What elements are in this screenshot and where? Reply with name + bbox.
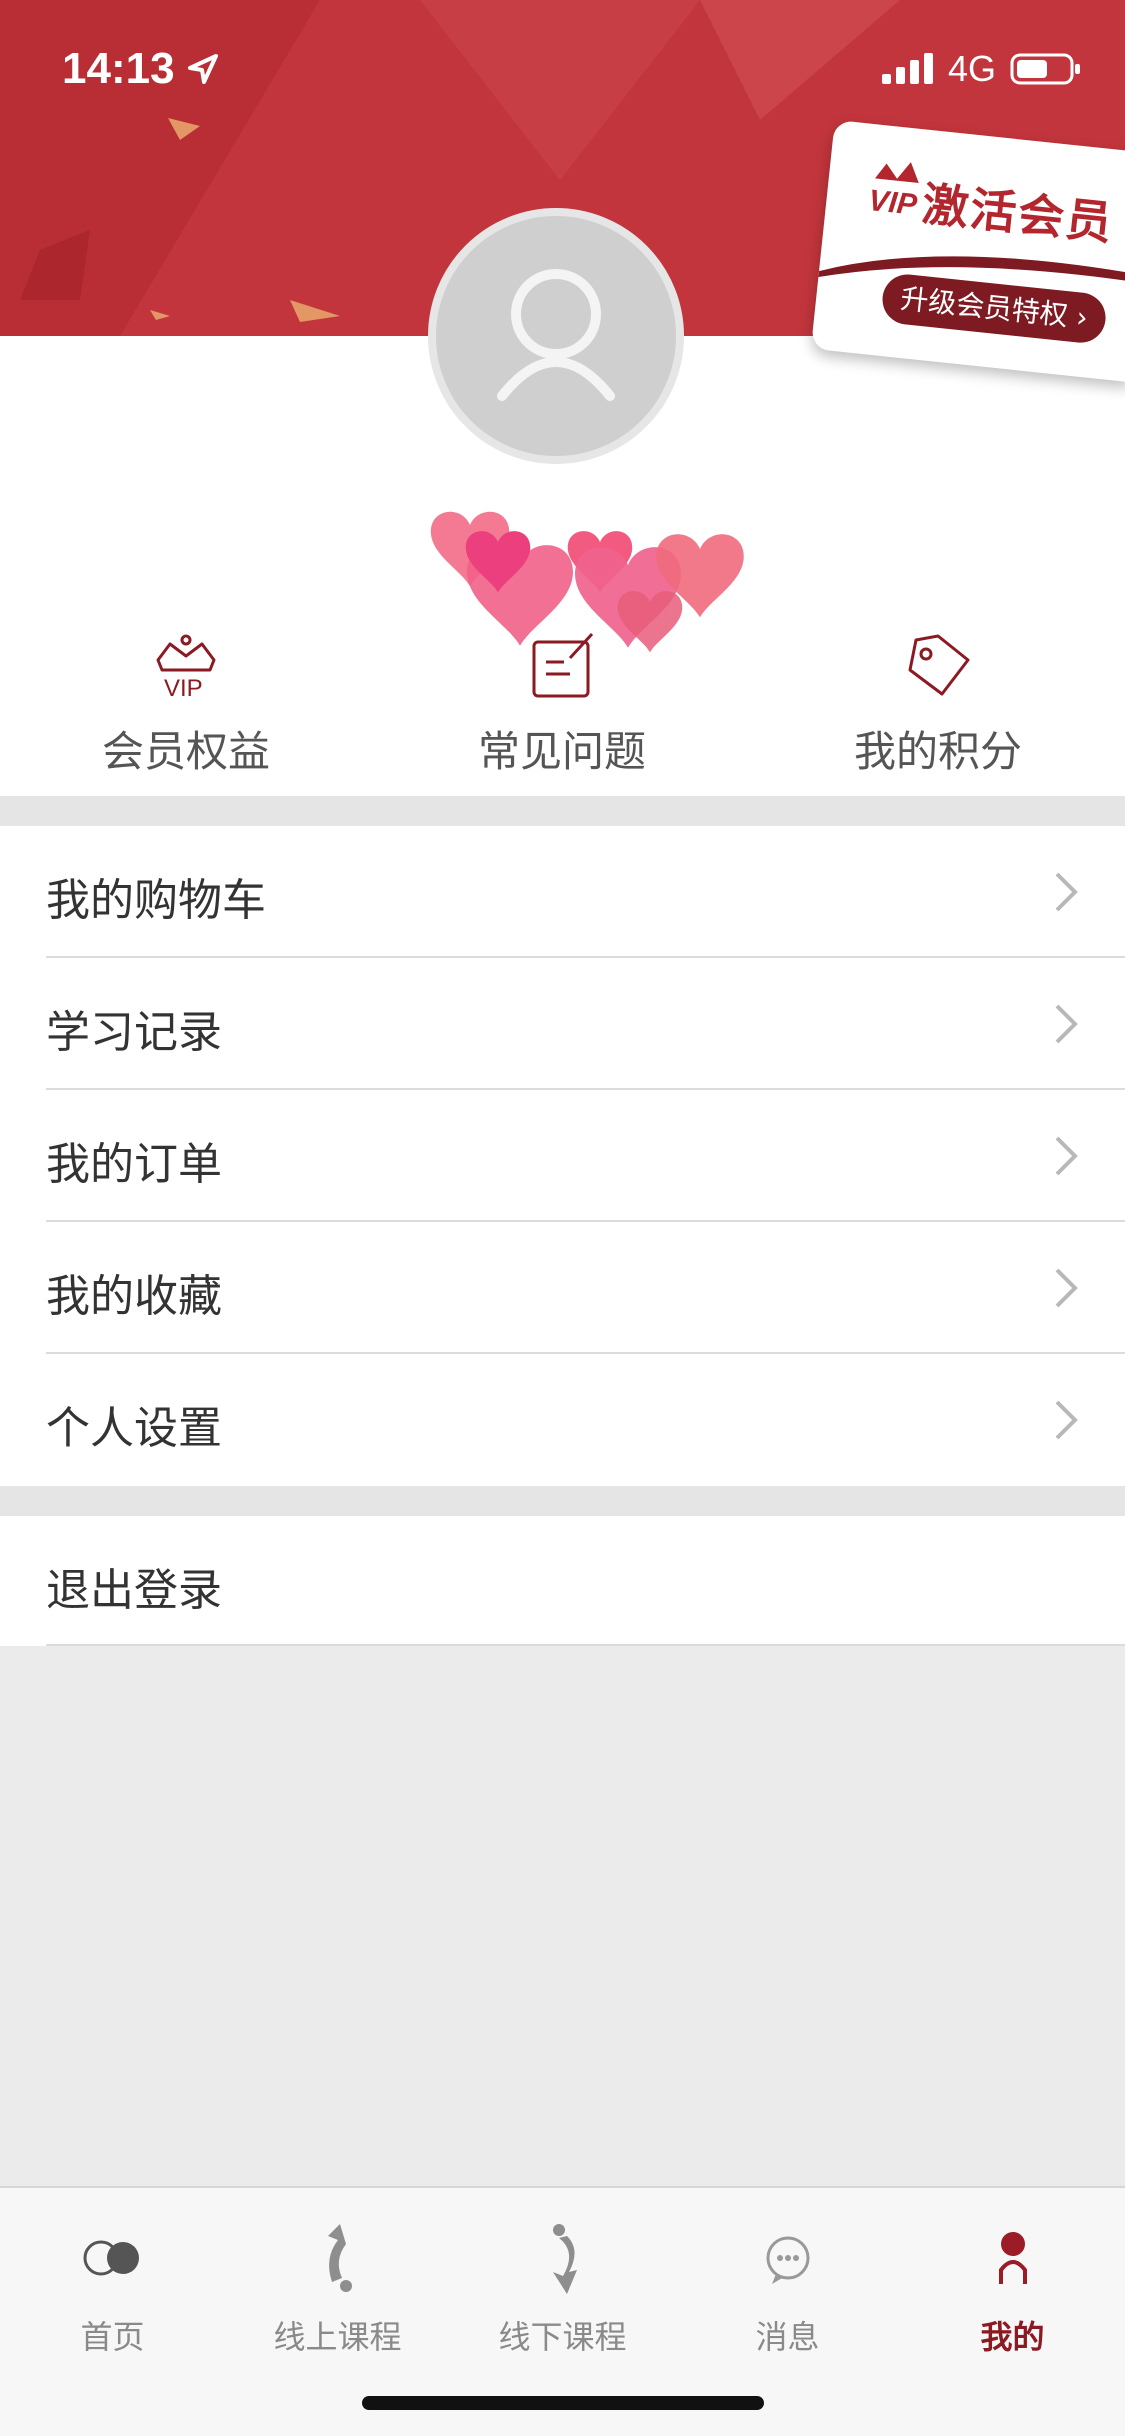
online-course-icon	[327, 2224, 352, 2292]
status-time: 14:13	[62, 44, 175, 93]
menu-item-orders[interactable]: 我的订单	[0, 1090, 1125, 1222]
tab-label: 我的	[980, 2318, 1045, 2356]
profile-icon	[998, 2232, 1027, 2284]
battery-icon	[1010, 53, 1080, 85]
faq-link[interactable]: 常见问题	[432, 630, 692, 780]
activate-vip-card[interactable]: VIP 激活会员 升级会员特权 ›	[810, 119, 1125, 383]
edit-note-icon	[532, 632, 594, 698]
offline-course-icon	[552, 2224, 577, 2294]
vip-crown-icon: VIP	[156, 634, 216, 702]
menu-item-label: 我的收藏	[46, 1271, 222, 1322]
home-indicator[interactable]	[362, 2396, 764, 2410]
menu-item-label: 个人设置	[46, 1403, 222, 1454]
row-divider	[46, 1644, 1125, 1646]
user-avatar[interactable]	[428, 208, 684, 464]
tab-messages[interactable]: 消息	[675, 2218, 900, 2358]
menu-item-cart[interactable]: 我的购物车	[0, 826, 1125, 958]
tab-label: 线上课程	[273, 2318, 402, 2356]
svg-text:VIP: VIP	[867, 184, 920, 222]
tab-home[interactable]: 首页	[0, 2218, 225, 2358]
menu-item-label: 学习记录	[46, 1007, 222, 1058]
message-icon	[766, 2236, 809, 2284]
chevron-right-icon	[1055, 1136, 1078, 1176]
network-type: 4G	[948, 48, 997, 89]
default-user-icon	[497, 269, 615, 401]
home-toggle-icon	[83, 2240, 139, 2276]
faq-label: 常见问题	[477, 727, 646, 776]
my-points-link[interactable]: 我的积分	[808, 630, 1068, 780]
svg-text:VIP: VIP	[164, 675, 203, 702]
section-divider	[0, 1486, 1125, 1516]
status-bar: 14:13 4G	[0, 0, 1125, 136]
tab-label: 首页	[80, 2318, 145, 2356]
tab-online-courses[interactable]: 线上课程	[225, 2218, 450, 2358]
chevron-right-icon	[1055, 1268, 1078, 1308]
tab-label: 消息	[755, 2318, 820, 2356]
vip-benefits-link[interactable]: VIP 会员权益	[56, 630, 316, 780]
tab-profile[interactable]: 我的	[900, 2218, 1125, 2358]
tab-offline-courses[interactable]: 线下课程	[450, 2218, 675, 2358]
chevron-right-icon	[1055, 872, 1078, 912]
menu-item-favorites[interactable]: 我的收藏	[0, 1222, 1125, 1354]
my-points-label: 我的积分	[853, 727, 1022, 776]
chevron-right-icon	[1055, 1004, 1078, 1044]
menu-item-study-records[interactable]: 学习记录	[0, 958, 1125, 1090]
menu-item-label: 我的购物车	[46, 875, 266, 926]
chevron-right-icon	[1055, 1400, 1078, 1440]
vip-crown-icon: VIP	[867, 162, 920, 222]
tag-icon	[908, 634, 970, 696]
logout-button[interactable]: 退出登录	[0, 1516, 1125, 1646]
vip-benefits-label: 会员权益	[101, 727, 270, 776]
menu-item-label: 我的订单	[46, 1139, 222, 1190]
logout-label: 退出登录	[46, 1565, 222, 1616]
menu-item-settings[interactable]: 个人设置	[0, 1354, 1125, 1486]
tab-label: 线下课程	[498, 2318, 627, 2356]
location-arrow-icon	[188, 54, 218, 84]
section-divider	[0, 796, 1125, 826]
cellular-signal-icon	[882, 53, 933, 84]
